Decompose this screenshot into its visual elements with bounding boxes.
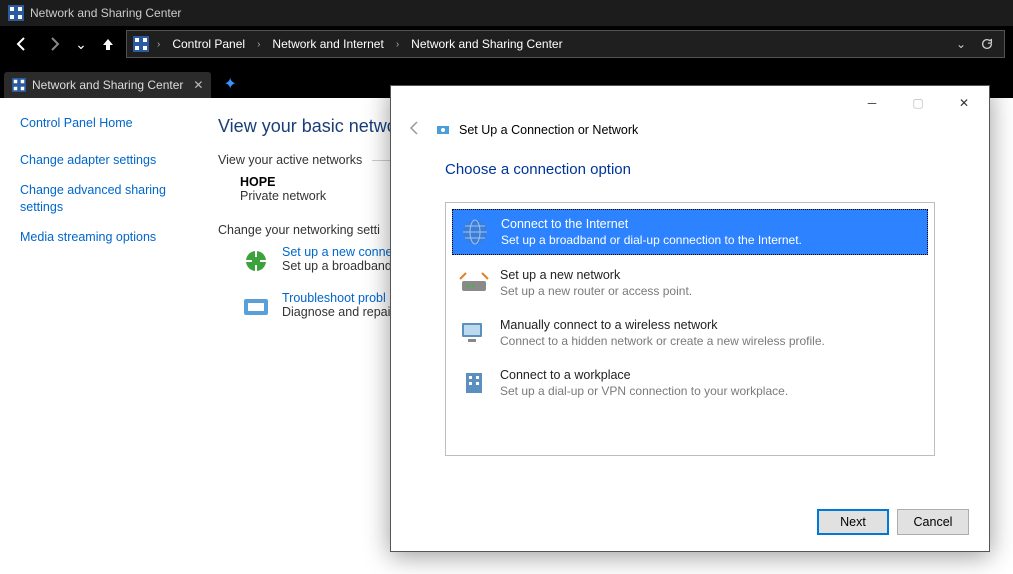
sidebar-link-adapter[interactable]: Change adapter settings bbox=[20, 152, 198, 170]
next-button[interactable]: Next bbox=[817, 509, 889, 535]
dialog-heading: Choose a connection option bbox=[445, 161, 935, 178]
refresh-button[interactable] bbox=[976, 33, 998, 55]
sidebar-link-advanced[interactable]: Change advanced sharing settings bbox=[20, 182, 198, 217]
option-workplace[interactable]: Connect to a workplace Set up a dial-up … bbox=[452, 361, 928, 405]
dialog-body: Choose a connection option Connect to th… bbox=[391, 151, 989, 493]
dialog-footer: Next Cancel bbox=[391, 493, 989, 551]
option-desc: Set up a dial-up or VPN connection to yo… bbox=[500, 384, 788, 398]
option-title: Set up a new network bbox=[500, 267, 692, 284]
option-title: Manually connect to a wireless network bbox=[500, 317, 825, 334]
tab-label: Network and Sharing Center bbox=[32, 78, 183, 92]
troubleshoot-icon bbox=[240, 291, 272, 323]
option-title: Connect to a workplace bbox=[500, 367, 788, 384]
chevron-icon: › bbox=[396, 39, 399, 50]
router-icon bbox=[458, 267, 490, 299]
breadcrumb-item[interactable]: Network and Internet bbox=[268, 35, 387, 53]
recent-dropdown[interactable]: ⌄ bbox=[72, 30, 90, 58]
address-dropdown[interactable]: ⌄ bbox=[950, 33, 972, 55]
tab-close-icon[interactable]: ✕ bbox=[193, 78, 203, 92]
up-button[interactable] bbox=[94, 30, 122, 58]
location-icon bbox=[133, 36, 149, 52]
back-button[interactable] bbox=[8, 30, 36, 58]
cancel-button[interactable]: Cancel bbox=[897, 509, 969, 535]
forward-button[interactable] bbox=[40, 30, 68, 58]
globe-icon bbox=[459, 216, 491, 248]
action-desc: Set up a broadband bbox=[282, 259, 393, 273]
tab-network-sharing[interactable]: Network and Sharing Center ✕ bbox=[4, 72, 211, 98]
tab-icon bbox=[12, 78, 26, 92]
action-title: Troubleshoot probl bbox=[282, 291, 390, 305]
window-title: Network and Sharing Center bbox=[30, 6, 181, 20]
dialog-title: Set Up a Connection or Network bbox=[459, 123, 638, 137]
sidebar: Control Panel Home Change adapter settin… bbox=[0, 98, 218, 574]
option-manual-wireless[interactable]: Manually connect to a wireless network C… bbox=[452, 311, 928, 355]
building-icon bbox=[458, 367, 490, 399]
new-tab-button[interactable]: ✦ bbox=[215, 70, 244, 98]
action-desc: Diagnose and repai bbox=[282, 305, 390, 319]
option-title: Connect to the Internet bbox=[501, 216, 802, 233]
wizard-icon bbox=[435, 122, 451, 138]
back-arrow-icon[interactable] bbox=[407, 120, 423, 139]
options-list: Connect to the Internet Set up a broadba… bbox=[445, 202, 935, 456]
action-title: Set up a new conne bbox=[282, 245, 393, 259]
monitor-icon bbox=[458, 317, 490, 349]
minimize-button[interactable]: ─ bbox=[849, 88, 895, 118]
option-desc: Set up a new router or access point. bbox=[500, 284, 692, 298]
address-box[interactable]: › Control Panel › Network and Internet ›… bbox=[126, 30, 1005, 58]
option-new-network[interactable]: Set up a new network Set up a new router… bbox=[452, 261, 928, 305]
chevron-icon: › bbox=[257, 39, 260, 50]
option-desc: Set up a broadband or dial-up connection… bbox=[501, 233, 802, 247]
app-icon bbox=[8, 5, 24, 21]
option-connect-internet[interactable]: Connect to the Internet Set up a broadba… bbox=[452, 209, 928, 255]
chevron-icon: › bbox=[157, 39, 160, 50]
close-button[interactable]: ✕ bbox=[941, 88, 987, 118]
dialog-header: Set Up a Connection or Network bbox=[391, 120, 989, 151]
maximize-button[interactable]: ▢ bbox=[895, 88, 941, 118]
breadcrumb-item[interactable]: Control Panel bbox=[168, 35, 249, 53]
sidebar-link-media[interactable]: Media streaming options bbox=[20, 229, 198, 247]
option-desc: Connect to a hidden network or create a … bbox=[500, 334, 825, 348]
dialog-titlebar: ─ ▢ ✕ bbox=[391, 86, 989, 120]
address-bar: ⌄ › Control Panel › Network and Internet… bbox=[0, 26, 1013, 62]
control-panel-home-link[interactable]: Control Panel Home bbox=[20, 116, 198, 130]
connection-icon bbox=[240, 245, 272, 277]
breadcrumb-item[interactable]: Network and Sharing Center bbox=[407, 35, 566, 53]
window-titlebar: Network and Sharing Center bbox=[0, 0, 1013, 26]
setup-connection-dialog: ─ ▢ ✕ Set Up a Connection or Network Cho… bbox=[390, 85, 990, 552]
